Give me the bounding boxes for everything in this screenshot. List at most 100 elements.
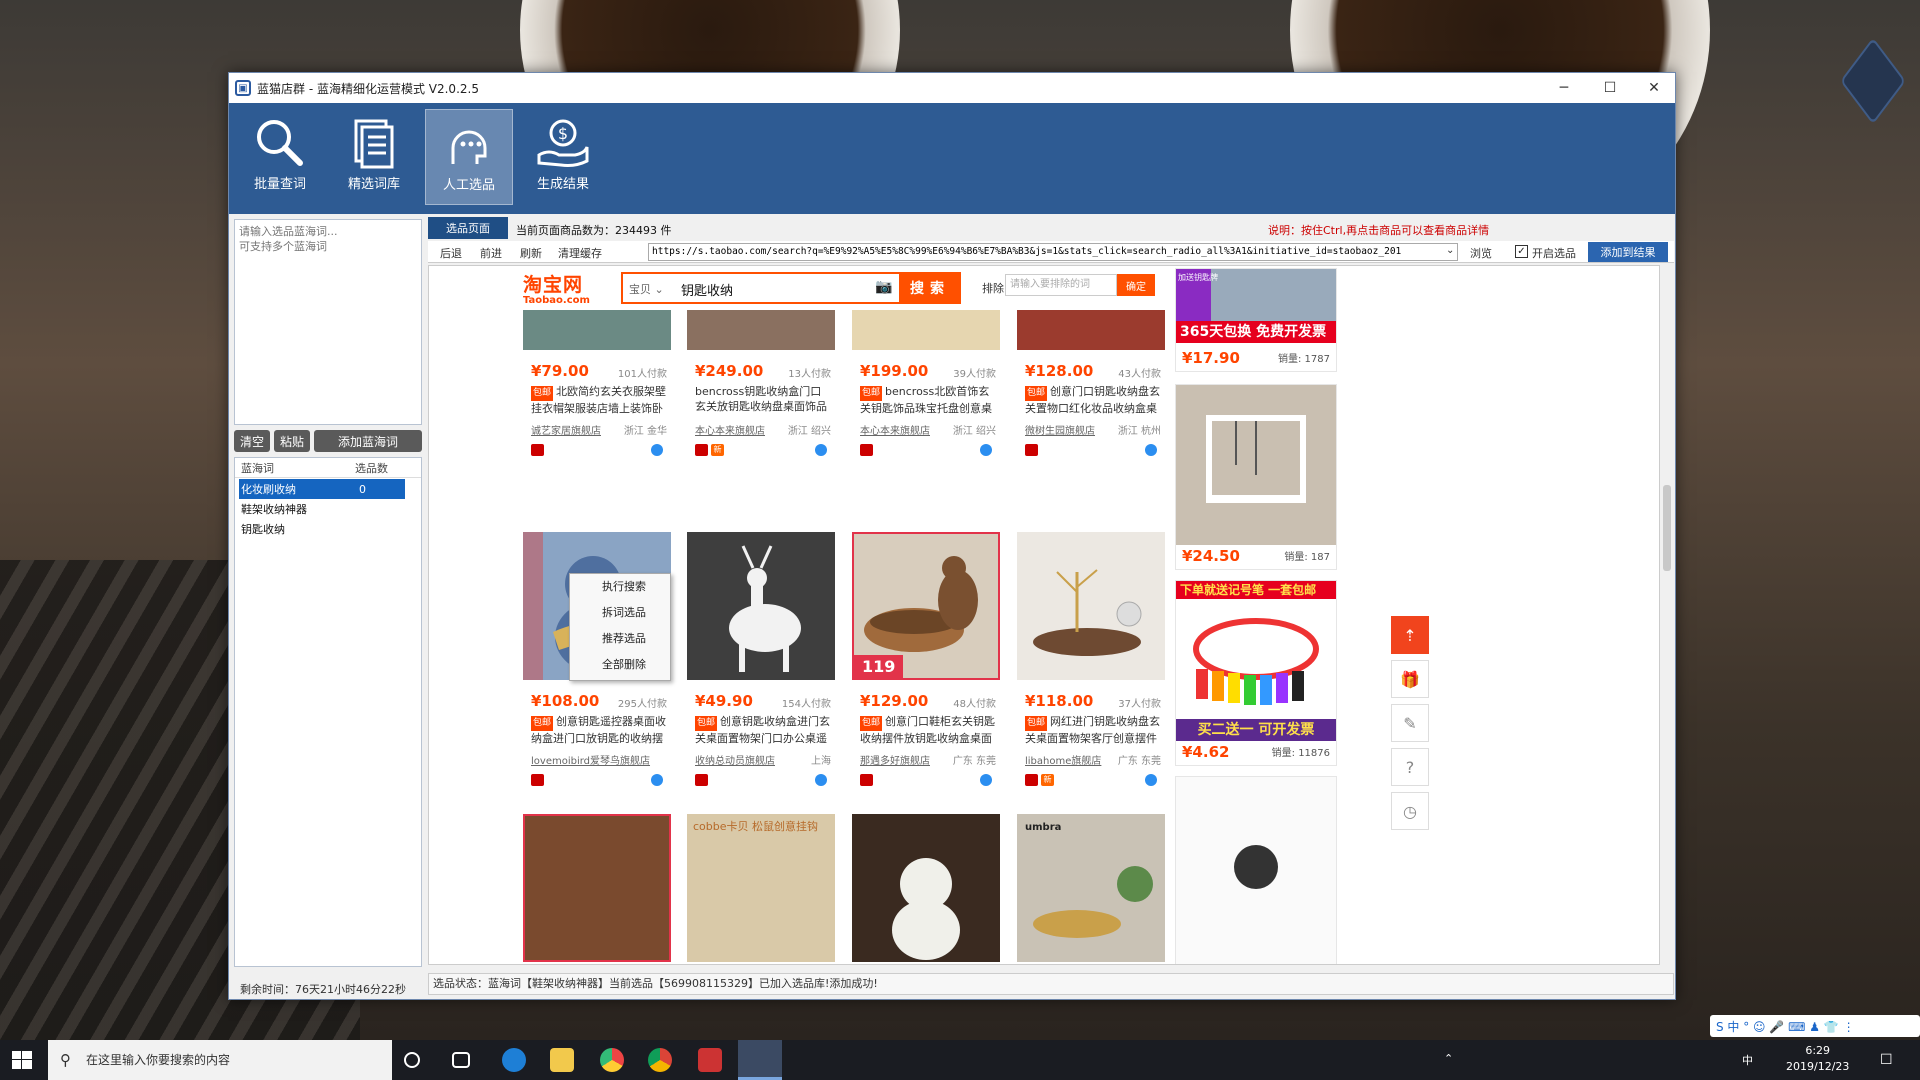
product-shop[interactable]: 微树生园旗舰店: [1025, 422, 1095, 437]
product-card[interactable]: ¥199.00 39人付款 包邮 bencross北欧首饰玄关钥匙饰品珠宝托盘创意…: [852, 266, 1000, 520]
ime-mode-indicator[interactable]: 中: [1742, 1052, 1753, 1068]
product-card[interactable]: ¥128.00 43人付款 包邮创意门口钥匙收纳盘玄关置物口红化妆品收纳盒桌面 …: [1017, 266, 1165, 520]
product-title[interactable]: 包邮创意钥匙收纳盒进门玄关桌面置物架门口办公桌遥控: [695, 714, 831, 744]
enable-select-checkbox[interactable]: ✓: [1515, 245, 1528, 258]
clear-cache-button[interactable]: 清理缓存: [558, 245, 602, 261]
desktop-widget-cube-icon[interactable]: [1840, 37, 1906, 125]
notification-icon[interactable]: ☐: [1880, 1052, 1893, 1068]
url-field[interactable]: https://s.taobao.com/search?q=%E9%92%A5%…: [648, 243, 1458, 261]
clear-button[interactable]: 清空: [234, 430, 270, 452]
product-title[interactable]: 包邮 创意钥匙遥控器桌面收纳盒进门口放钥匙的收纳摆: [531, 714, 667, 744]
wangwang-icon[interactable]: [651, 774, 663, 786]
product-card[interactable]: ¥249.00 13人付款 bencross钥匙收纳盒门口玄关放钥匙收纳盘桌面饰…: [687, 266, 835, 520]
ad-card[interactable]: ¥24.50 销量: 187: [1175, 384, 1337, 570]
tab-select-page[interactable]: 选品页面: [428, 217, 508, 239]
menu-recommend[interactable]: 推荐选品: [570, 626, 670, 652]
chrome-icon[interactable]: [648, 1048, 672, 1072]
tool-generate-result[interactable]: $ 生成结果: [519, 109, 607, 205]
ime-toolbar[interactable]: S 中 ° ☺ 🎤 ⌨ ♟ 👕 ⋮: [1710, 1015, 1920, 1037]
product-card[interactable]: cobbe卡贝 松鼠创意挂钩: [687, 814, 835, 964]
help-icon[interactable]: ?: [1391, 748, 1429, 786]
product-card[interactable]: 119 ¥129.00 48人付款 包邮 创意门口鞋柜玄关钥匙收纳摆件放钥匙收纳盒…: [852, 532, 1000, 792]
forward-button[interactable]: 前进: [480, 245, 502, 261]
product-image[interactable]: [1017, 532, 1165, 680]
product-image[interactable]: [523, 310, 671, 350]
task-view-icon[interactable]: [452, 1052, 470, 1068]
ad-card[interactable]: [1175, 776, 1337, 964]
arrow-up-icon[interactable]: ⇡: [1391, 616, 1429, 654]
browser-360-icon[interactable]: [600, 1048, 624, 1072]
product-title[interactable]: 包邮bencross北欧首饰玄关钥匙饰品珠宝托盘创意桌面置: [860, 384, 996, 414]
ad-image[interactable]: [1176, 385, 1336, 545]
minimize-button[interactable]: ─: [1541, 73, 1587, 103]
product-card[interactable]: [852, 814, 1000, 964]
product-image[interactable]: [852, 814, 1000, 962]
ad-card[interactable]: 下单就送记号笔 一套包邮 买二送一 可开发票 ¥4.62 销量: 11876: [1175, 580, 1337, 766]
active-app-icon[interactable]: [738, 1040, 782, 1080]
back-button[interactable]: 后退: [440, 245, 462, 261]
tool-manual-select[interactable]: 人工选品: [425, 109, 513, 205]
product-shop[interactable]: 诚艺家居旗舰店: [531, 422, 601, 437]
app-red-icon[interactable]: [698, 1048, 722, 1072]
product-shop[interactable]: 收纳总动员旗舰店: [695, 752, 775, 767]
tool-word-library[interactable]: 精选词库: [330, 109, 418, 205]
clock[interactable]: 6:29 2019/12/23: [1786, 1043, 1849, 1075]
edge-icon[interactable]: [502, 1048, 526, 1072]
product-title[interactable]: bencross钥匙收纳盒门口玄关放钥匙收纳盘桌面饰品托盘: [695, 384, 831, 414]
scrollbar-thumb[interactable]: [1663, 485, 1671, 571]
keyword-input[interactable]: [234, 219, 422, 425]
wangwang-icon[interactable]: [980, 444, 992, 456]
tray-chevron-icon[interactable]: ⌃: [1444, 1052, 1453, 1065]
menu-delete-all[interactable]: 全部删除: [570, 652, 670, 678]
product-title[interactable]: 包邮北欧简约玄关衣服架壁挂衣帽架服装店墙上装饰卧室: [531, 384, 667, 414]
add-to-result-button[interactable]: 添加到结果: [1588, 242, 1668, 262]
windows-start-icon[interactable]: [12, 1051, 32, 1069]
close-button[interactable]: ✕: [1631, 73, 1677, 103]
browser-scrollbar[interactable]: [1660, 265, 1674, 965]
browse-button[interactable]: 浏览: [1470, 245, 1492, 261]
product-card[interactable]: ¥79.00 101人付款 包邮北欧简约玄关衣服架壁挂衣帽架服装店墙上装饰卧室 …: [523, 266, 671, 520]
product-shop[interactable]: lovemoibird爱琴鸟旗舰店: [531, 752, 650, 767]
product-shop[interactable]: 那遇多好旗舰店: [860, 752, 930, 767]
file-explorer-icon[interactable]: [550, 1048, 574, 1072]
taskbar-search[interactable]: ⚲ 在这里输入你要搜索的内容: [48, 1040, 392, 1080]
product-card[interactable]: ¥49.90 154人付款 包邮创意钥匙收纳盒进门玄关桌面置物架门口办公桌遥控 …: [687, 532, 835, 792]
product-shop[interactable]: 本心本来旗舰店: [860, 422, 930, 437]
wangwang-icon[interactable]: [815, 774, 827, 786]
product-image[interactable]: [523, 814, 671, 962]
maximize-button[interactable]: ☐: [1587, 73, 1633, 103]
ad-image[interactable]: [1176, 777, 1336, 964]
wangwang-icon[interactable]: [1145, 444, 1157, 456]
ad-image[interactable]: [1176, 599, 1336, 719]
product-card[interactable]: [523, 814, 671, 964]
keyword-row[interactable]: 化妆刷收纳 0: [239, 479, 405, 499]
product-image[interactable]: [1017, 310, 1165, 350]
product-image[interactable]: [687, 532, 835, 680]
product-image[interactable]: umbra: [1017, 814, 1165, 962]
keyword-row[interactable]: 鞋架收纳神器: [235, 499, 421, 519]
product-shop[interactable]: libahome旗舰店: [1025, 752, 1101, 767]
add-keyword-button[interactable]: 添加蓝海词: [314, 430, 422, 452]
keyword-row[interactable]: 钥匙收纳: [235, 519, 421, 539]
tool-batch-query[interactable]: 批量查词: [236, 109, 324, 205]
clock-icon[interactable]: ◷: [1391, 792, 1429, 830]
menu-execute-search[interactable]: 执行搜索: [570, 574, 670, 600]
product-card[interactable]: umbra: [1017, 814, 1165, 964]
wangwang-icon[interactable]: [815, 444, 827, 456]
edit-icon[interactable]: ✎: [1391, 704, 1429, 742]
paste-button[interactable]: 粘贴: [274, 430, 310, 452]
ad-card[interactable]: 加送钥匙牌 365天包换 免费开发票 ¥17.90 销量: 1787: [1175, 268, 1337, 372]
product-image[interactable]: 119: [852, 532, 1000, 680]
ad-image[interactable]: 加送钥匙牌: [1176, 269, 1336, 321]
wangwang-icon[interactable]: [651, 444, 663, 456]
product-title[interactable]: 包邮创意门口鞋柜玄关钥匙收纳摆件放钥匙收纳盒桌面客: [860, 714, 996, 744]
product-card[interactable]: ¥118.00 37人付款 包邮网红进门钥匙收纳盘玄关桌面置物架客厅创意摆件鹿 …: [1017, 532, 1165, 792]
product-title[interactable]: 包邮创意门口钥匙收纳盘玄关置物口红化妆品收纳盒桌面: [1025, 384, 1161, 414]
cortana-icon[interactable]: [404, 1052, 420, 1068]
product-title[interactable]: 包邮网红进门钥匙收纳盘玄关桌面置物架客厅创意摆件鹿: [1025, 714, 1161, 744]
refresh-button[interactable]: 刷新: [520, 245, 542, 261]
gift-icon[interactable]: 🎁: [1391, 660, 1429, 698]
product-image[interactable]: [687, 310, 835, 350]
wangwang-icon[interactable]: [1145, 774, 1157, 786]
product-image[interactable]: cobbe卡贝 松鼠创意挂钩: [687, 814, 835, 962]
